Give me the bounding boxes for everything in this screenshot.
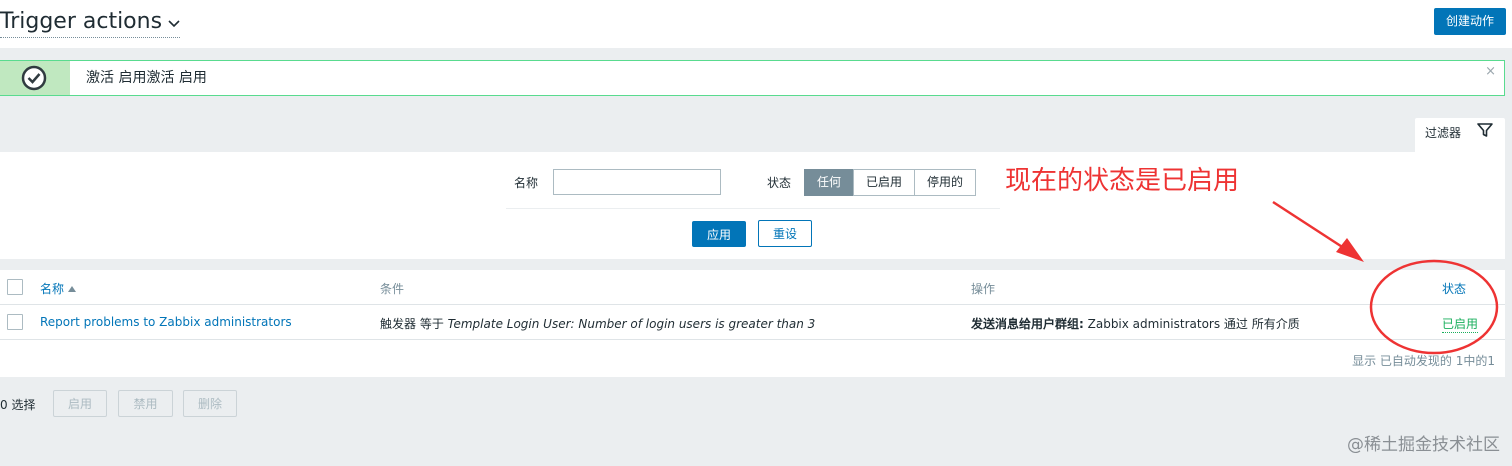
success-message: 激活 启用激活 启用 ×	[0, 60, 1505, 96]
condition-prefix: 触发器 等于	[380, 317, 448, 331]
column-header-status[interactable]: 状态	[1442, 280, 1466, 297]
actions-table: 名称 条件 操作 状态 Report problems to Zabbix ad…	[0, 270, 1505, 377]
status-option-enabled[interactable]: 已启用	[853, 169, 916, 196]
column-header-name-label: 名称	[40, 282, 65, 296]
row-checkbox[interactable]	[7, 314, 23, 330]
status-option-disabled[interactable]: 停用的	[914, 169, 977, 196]
watermark: @稀土掘金技术社区	[1347, 435, 1500, 455]
mass-delete-button[interactable]: 删除	[183, 390, 237, 417]
table-header-row: 名称 条件 操作 状态	[0, 270, 1505, 305]
condition-value: Template Login User: Number of login use…	[447, 317, 816, 331]
page-title: Trigger actions	[0, 9, 163, 34]
page-header: Trigger actions 创建动作	[0, 0, 1512, 48]
operation-value: Zabbix administrators 通过 所有介质	[1083, 317, 1300, 331]
create-action-button[interactable]: 创建动作	[1433, 8, 1506, 35]
action-operation: 发送消息给用户群组: Zabbix administrators 通过 所有介质	[971, 315, 1300, 332]
apply-button[interactable]: 应用	[692, 221, 746, 247]
select-all-checkbox[interactable]	[7, 279, 23, 295]
column-header-name[interactable]: 名称	[40, 280, 77, 297]
operation-label: 发送消息给用户群组:	[971, 317, 1084, 331]
action-name-link[interactable]: Report problems to Zabbix administrators	[40, 315, 292, 329]
column-header-operations: 操作	[971, 282, 996, 296]
table-row: Report problems to Zabbix administrators…	[0, 306, 1505, 340]
status-enabled-link[interactable]: 已启用	[1442, 315, 1479, 333]
filter-panel: 名称 状态 任何 已启用 停用的 应用 重设	[0, 152, 1505, 259]
sort-asc-icon	[68, 286, 77, 292]
mass-enable-button[interactable]: 启用	[53, 390, 107, 417]
mass-disable-button[interactable]: 禁用	[118, 390, 173, 417]
filter-divider	[506, 208, 1000, 209]
reset-button[interactable]: 重设	[758, 220, 812, 247]
check-circle-icon	[21, 65, 47, 91]
table-stats: 显示 已自动发现的 1中的1	[1352, 354, 1495, 368]
name-filter-input[interactable]	[553, 169, 721, 195]
name-filter-label: 名称	[514, 176, 539, 190]
status-filter-label: 状态	[767, 176, 792, 190]
annotation-text: 现在的状态是已启用	[1005, 166, 1240, 196]
filter-tab[interactable]: 过滤器	[1415, 118, 1505, 152]
chevron-down-icon	[168, 8, 180, 36]
status-option-any[interactable]: 任何	[804, 169, 855, 196]
success-icon-box	[0, 61, 70, 95]
message-text: 激活 启用激活 启用	[86, 70, 207, 86]
filter-icon	[1477, 123, 1493, 137]
action-condition: 触发器 等于 Template Login User: Number of lo…	[380, 315, 815, 332]
filter-tab-label: 过滤器	[1425, 126, 1462, 140]
column-header-conditions: 条件	[380, 282, 405, 296]
page-title-dropdown[interactable]: Trigger actions	[0, 8, 181, 38]
status-filter-toggle: 任何 已启用 停用的	[804, 169, 977, 196]
selected-count: 0 选择	[0, 398, 36, 412]
close-icon[interactable]: ×	[1485, 65, 1496, 79]
